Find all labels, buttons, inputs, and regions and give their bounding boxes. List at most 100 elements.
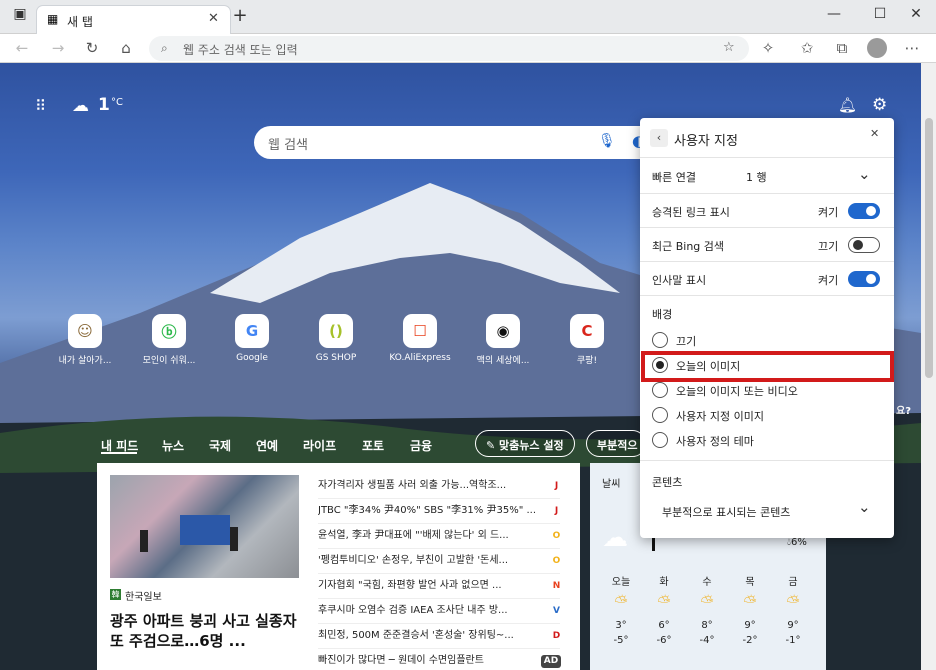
apps-grid-icon[interactable]: ⠿ [35, 97, 46, 115]
photo-figure [230, 527, 238, 551]
quick-link-label: KO.AliExpress [389, 353, 451, 363]
cloud-weather-icon: ☁ [602, 523, 628, 553]
feed-tab-5[interactable]: 포토 [362, 437, 384, 454]
panel-close-icon[interactable]: ✕ [870, 127, 879, 140]
headline-row[interactable]: 최민정, 500M 준준결승서 '혼성술' 장위팅~... [318, 625, 560, 649]
day-name: 화 [659, 577, 669, 588]
background-radio[interactable] [652, 432, 668, 448]
temperature-value: 1 [98, 95, 110, 115]
minimize-icon[interactable]: — [824, 6, 844, 22]
profile-avatar[interactable] [867, 38, 887, 58]
photo-figure [140, 530, 148, 552]
personalize-label: 맞춤뉴스 설정 [499, 439, 564, 452]
new-tab-button[interactable]: + [230, 5, 250, 26]
headline-row[interactable]: 기자협회 "국힘, 좌편향 발언 사과 없으면 ... [318, 575, 560, 599]
headline-row[interactable]: 자가격리자 생필품 사러 외출 가능...역학조... [318, 475, 560, 499]
toggle-switch[interactable] [848, 271, 880, 287]
personalize-news-button[interactable]: ✎ 맞춤뉴스 설정 [475, 430, 575, 457]
background-option-label[interactable]: 오늘의 이미지 또는 비디오 [676, 383, 798, 399]
headline-source-icon: O [552, 531, 561, 541]
background-radio[interactable] [652, 382, 668, 398]
content-value[interactable]: 부분적으로 표시되는 콘텐츠 [662, 504, 790, 520]
back-chevron-icon[interactable]: ‹ [650, 129, 668, 147]
featured-photo[interactable] [110, 475, 299, 578]
background-option-label[interactable]: 사용자 지정 이미지 [676, 408, 764, 424]
add-favorite-icon[interactable]: ☆ [723, 40, 735, 55]
source-logo-icon: 韓 [110, 589, 121, 600]
day-high: 3° [615, 620, 627, 631]
scrollbar-thumb[interactable] [925, 118, 933, 378]
toggle-row[interactable]: 최근 Bing 검색 끄기 [640, 228, 894, 262]
extensions-icon[interactable]: ✧ [758, 38, 778, 58]
chevron-down-icon[interactable]: ⌄ [858, 165, 871, 183]
headline-row[interactable]: 후쿠시마 오염수 검증 IAEA 조사단 내주 방... [318, 600, 560, 624]
tab-close-icon[interactable]: ✕ [208, 11, 219, 26]
headline-source-icon: J [554, 506, 559, 516]
microphone-icon[interactable]: 🎙︎ [598, 133, 616, 149]
feed-tab-6[interactable]: 금융 [410, 437, 432, 454]
home-icon[interactable]: ⌂ [116, 38, 136, 58]
toggle-row[interactable]: 인사말 표시 켜기 [640, 262, 894, 296]
background-option-label[interactable]: 끄기 [676, 333, 696, 349]
forward-icon[interactable]: → [48, 38, 68, 58]
maximize-icon[interactable]: ☐ [870, 6, 890, 22]
quick-link-5[interactable]: ◉ 맥의 세상에... [463, 314, 543, 366]
aliexpress-icon: ☐ [403, 314, 437, 348]
feed-tab-2[interactable]: 국제 [209, 437, 231, 454]
feed-tab-3[interactable]: 연예 [256, 437, 278, 454]
forecast-day: 오늘 ⛅︎ 3° -5° [600, 573, 642, 646]
more-menu-icon[interactable]: ⋯ [902, 38, 922, 58]
search-placeholder: 웹 검색 [268, 138, 309, 153]
quick-link-3[interactable]: () GS SHOP [296, 314, 376, 363]
quick-link-2[interactable]: G Google [212, 314, 292, 363]
headline-row[interactable]: 윤석열, 李과 尹대표에 "'배제 않는다' 외 드... [318, 525, 560, 549]
day-low: -2° [742, 635, 758, 646]
back-icon[interactable]: ← [12, 38, 32, 58]
tab-new-tab[interactable]: ▦ 새 탭 ✕ [36, 5, 231, 34]
forecast-day: 금 ⛅︎ 9° -1° [772, 573, 814, 646]
background-radio[interactable] [652, 332, 668, 348]
quick-link-label: 모인이 쉬워... [142, 356, 196, 366]
headline-source-icon: J [554, 481, 559, 491]
day-low: -4° [699, 635, 715, 646]
headline-source-icon: V [553, 606, 560, 616]
toggle-row[interactable]: 승격된 링크 표시 켜기 [640, 194, 894, 228]
feed-tab-1[interactable]: 뉴스 [162, 437, 184, 454]
quick-link-4[interactable]: ☐ KO.AliExpress [380, 314, 460, 363]
side-text-fragment: 요? [896, 406, 912, 417]
day-low: -5° [613, 635, 629, 646]
quick-link-1[interactable]: ⓑ 모인이 쉬워... [129, 314, 209, 366]
background-radio[interactable] [652, 407, 668, 423]
partly-cloudy-icon: ⛅︎ [614, 592, 628, 611]
tab-actions-icon[interactable]: ▣ [10, 6, 30, 22]
quick-links-row[interactable]: 빠른 연결 1 행 ⌄ [640, 158, 894, 194]
notification-bell-icon[interactable]: 🔔︎ [838, 96, 857, 114]
settings-gear-icon[interactable]: ⚙ [872, 95, 887, 115]
background-option-label[interactable]: 사용자 정의 테마 [676, 433, 754, 449]
quick-link-0[interactable]: ☺ 내가 살아가... [45, 314, 125, 366]
day-high: 9° [787, 620, 799, 631]
collections-icon[interactable]: ⧉ [832, 38, 852, 58]
refresh-icon[interactable]: ↻ [82, 38, 102, 58]
day-name: 오늘 [611, 577, 631, 588]
headline-row[interactable]: 빠진이가 많다면 ─ 원데이 수면임플란트 [318, 650, 560, 670]
partial-content-button[interactable]: 부분적으 [586, 430, 646, 457]
headline-row[interactable]: JTBC "李34% 尹40%" SBS "李31% 尹35%" ... [318, 500, 560, 524]
web-search-box[interactable]: 웹 검색 🎙︎ ◐ [254, 126, 658, 159]
panel-divider [640, 460, 894, 461]
feed-tab-4[interactable]: 라이프 [303, 437, 336, 454]
quick-link-6[interactable]: C 쿠팡! [547, 314, 627, 366]
toggle-switch[interactable] [848, 237, 880, 253]
featured-headline[interactable]: 광주 아파트 붕괴 사고 실종자 또 주검으로…6명 ... [110, 611, 300, 651]
day-name: 목 [745, 577, 755, 588]
toggle-state: 켜기 [818, 206, 839, 219]
partly-cloudy-icon: ⛅︎ [743, 592, 757, 611]
close-window-icon[interactable]: ✕ [906, 6, 926, 22]
toggle-switch[interactable] [848, 203, 880, 219]
address-bar[interactable]: ⌕ 웹 주소 검색 또는 입력 ☆ [149, 36, 749, 61]
headline-row[interactable]: '펭컴투비디오' 손정우, 부친이 고발한 '돈세... [318, 550, 560, 574]
content-chevron-icon[interactable]: ⌄ [858, 498, 871, 516]
favorites-icon[interactable]: ✩ [797, 38, 817, 58]
quick-link-label: Google [236, 353, 268, 363]
headline-source-icon: D [552, 631, 561, 641]
